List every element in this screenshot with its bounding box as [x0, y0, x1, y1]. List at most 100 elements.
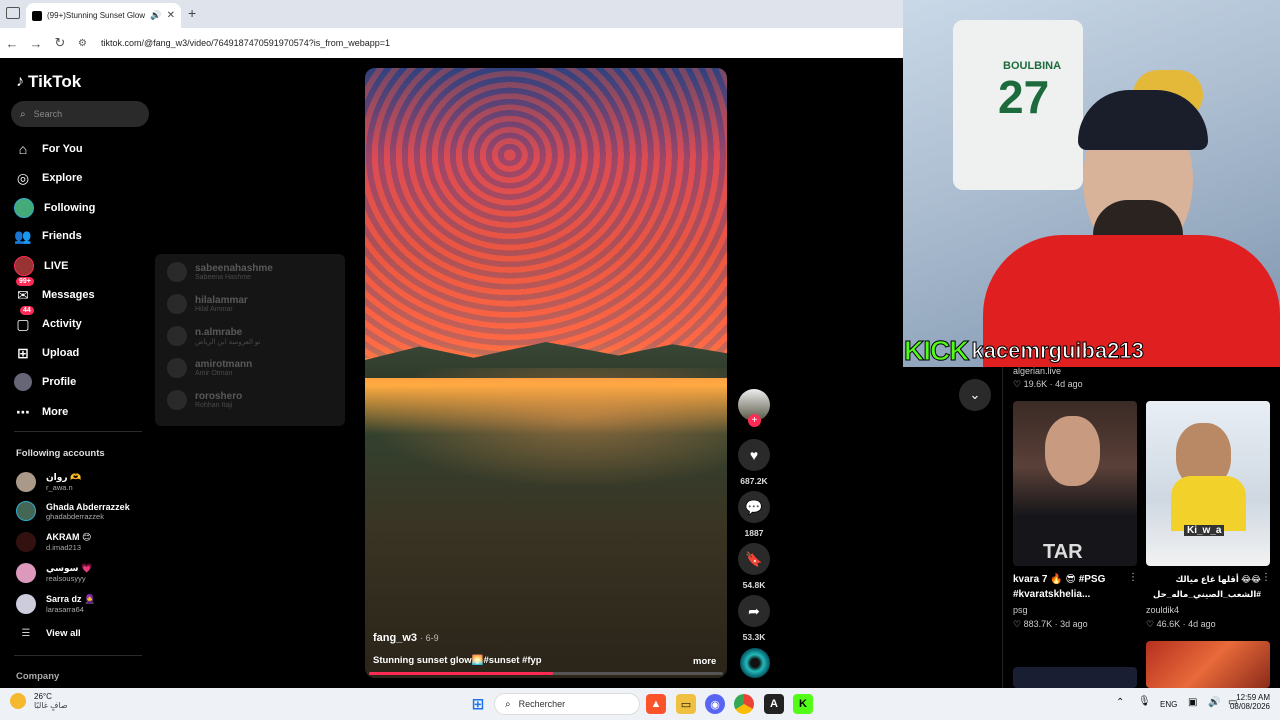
- nav-label: Upload: [42, 347, 80, 359]
- tab-list-icon[interactable]: [6, 7, 20, 19]
- suggestion-user: hilalammar: [195, 295, 248, 306]
- nav-label: Explore: [42, 172, 83, 184]
- home-icon: ⌂: [18, 141, 28, 157]
- nav-profile[interactable]: Profile: [14, 373, 76, 391]
- network-icon[interactable]: ▣: [1188, 697, 1197, 708]
- video-card-thumbnail[interactable]: [1146, 641, 1270, 688]
- search-box[interactable]: ⌕ Search: [11, 101, 149, 127]
- suggestion-user: amirotmann: [195, 359, 253, 370]
- account-item[interactable]: سوسي 💗 realsousyyy: [16, 563, 92, 583]
- account-name: Ghada Abderrazzek: [46, 501, 130, 512]
- nav-following[interactable]: Following: [14, 198, 95, 218]
- company-link[interactable]: Company: [16, 671, 59, 682]
- video-card-thumbnail[interactable]: TAR: [1013, 401, 1137, 566]
- suggestion-item[interactable]: sabeenahashme Sabeena Hashme: [167, 262, 273, 282]
- share-icon: ➦: [748, 602, 760, 619]
- suggestion-name: Rohhan Itaji: [195, 402, 233, 409]
- tiktok-logo[interactable]: ♪ TikTok: [16, 72, 81, 92]
- view-all-link[interactable]: ☰ View all: [16, 628, 81, 639]
- suggestion-item[interactable]: roroshero Rohhan Itaji: [167, 390, 242, 410]
- scroll-down-button[interactable]: ⌄: [959, 379, 991, 411]
- speaker-icon[interactable]: 🔊: [150, 10, 161, 21]
- new-tab-button[interactable]: +: [188, 5, 196, 21]
- browser-tab[interactable]: (99+)Stunning Sunset Glow 🔊 ✕: [26, 3, 181, 28]
- following-accounts-title: Following accounts: [16, 448, 105, 459]
- nav-live[interactable]: LIVE: [14, 256, 68, 276]
- nav-activity[interactable]: ▢ 44 Activity: [14, 306, 82, 333]
- close-tab-icon[interactable]: ✕: [167, 10, 175, 21]
- nav-label: LIVE: [44, 260, 69, 272]
- account-item[interactable]: AKRAM 😊 d.imad213: [16, 532, 91, 552]
- kick-app-icon[interactable]: K: [793, 694, 813, 714]
- comment-button[interactable]: 💬: [738, 491, 770, 523]
- forward-icon[interactable]: →: [24, 36, 48, 51]
- microphone-icon[interactable]: 🎙: [1138, 696, 1151, 707]
- suggestion-user: n.almrabe: [195, 326, 243, 338]
- card-options-icon[interactable]: ⋮: [1261, 572, 1271, 583]
- nav-messages[interactable]: ✉ 99+ Messages: [14, 277, 95, 304]
- suggestion-item[interactable]: n.almrabe نو العروسة ابن الرياض: [167, 326, 260, 346]
- friends-icon: 👥: [14, 227, 32, 244]
- nav-label: For You: [42, 143, 83, 155]
- follow-plus-icon[interactable]: +: [748, 414, 761, 427]
- video-player[interactable]: fang_w3 · 6-9 Stunning sunset glow🌅#suns…: [365, 68, 727, 678]
- nav-friends[interactable]: 👥 Friends: [14, 227, 81, 245]
- tray-chevron-icon[interactable]: ⌃: [1116, 697, 1124, 708]
- music-disc-icon[interactable]: [740, 648, 770, 678]
- avatar: [16, 472, 36, 492]
- app-icon[interactable]: A: [764, 694, 784, 714]
- video-card-thumbnail[interactable]: Ki_w_a: [1146, 401, 1270, 566]
- weather-widget[interactable]: 26°C صافٍ غالبًا: [10, 692, 68, 710]
- discord-icon[interactable]: ◉: [705, 694, 725, 714]
- account-handle: r_awa.n: [46, 483, 73, 492]
- video-author[interactable]: fang_w3: [373, 632, 417, 644]
- windows-taskbar: 26°C صافٍ غالبًا ⊞ ⌕ Rechercher ▲ ▭ ◉ A …: [0, 688, 1280, 720]
- account-name: AKRAM 😊: [46, 532, 92, 542]
- search-placeholder: Search: [33, 109, 63, 119]
- account-item[interactable]: Ghada Abderrazzek ghadabderrazzek: [16, 501, 130, 521]
- upload-icon: ⊞: [17, 344, 29, 361]
- windows-start-icon[interactable]: ⊞: [468, 694, 488, 714]
- more-icon: ⋯: [16, 403, 30, 420]
- video-card-thumbnail[interactable]: [1013, 667, 1137, 688]
- volume-icon[interactable]: 🔊: [1208, 697, 1220, 708]
- like-button[interactable]: ♥: [738, 439, 770, 471]
- brave-icon[interactable]: ▲: [646, 694, 666, 714]
- nav-explore[interactable]: ◎ Explore: [14, 169, 82, 187]
- video-card-user[interactable]: psg: [1013, 605, 1028, 615]
- account-handle: larasarra64: [46, 605, 84, 614]
- share-button[interactable]: ➦: [738, 595, 770, 627]
- video-progress-bar[interactable]: [369, 672, 723, 675]
- avatar: [167, 390, 187, 410]
- language-indicator[interactable]: ENG: [1160, 700, 1177, 709]
- video-author-line: fang_w3 · 6-9: [373, 632, 439, 644]
- top-card-user[interactable]: algerian.live: [1013, 366, 1061, 376]
- reload-icon[interactable]: ↻: [48, 35, 72, 51]
- save-button[interactable]: 🔖: [738, 543, 770, 575]
- video-card-title[interactable]: 😂😂 أقلها غاع ميالك #الشعب_الصيني_ماله_حل…: [1146, 572, 1261, 602]
- file-explorer-icon[interactable]: ▭: [676, 694, 696, 714]
- taskbar-search[interactable]: ⌕ Rechercher: [494, 693, 640, 715]
- video-card-stat: ♡ 46.6K · 4d ago: [1146, 619, 1216, 629]
- caption-more-button[interactable]: more: [693, 656, 716, 667]
- account-item[interactable]: Sarra dz 🧕 larasarra64: [16, 594, 95, 614]
- back-icon[interactable]: ←: [0, 36, 24, 51]
- url-field[interactable]: tiktok.com/@fang_w3/video/76491874705919…: [101, 38, 390, 48]
- taskbar-search-label: Rechercher: [518, 699, 566, 709]
- site-info-icon[interactable]: ⚙: [78, 38, 87, 49]
- nav-more[interactable]: ⋯ More: [14, 403, 68, 421]
- suggestion-item[interactable]: amirotmann Amir Otman: [167, 358, 252, 378]
- address-bar: ← → ↻ ⚙ tiktok.com/@fang_w3/video/764918…: [0, 28, 903, 58]
- nav-upload[interactable]: ⊞ Upload: [14, 344, 79, 362]
- nav-for-you[interactable]: ⌂ For You: [14, 140, 83, 158]
- avatar: [16, 532, 36, 552]
- clock[interactable]: 12:59 AM 08/08/2026: [1226, 693, 1270, 711]
- tab-title: (99+)Stunning Sunset Glow: [47, 11, 146, 20]
- video-card-title[interactable]: kvara 7 🔥 😎 #PSG #kvaratskhelia...: [1013, 572, 1128, 602]
- live-icon: [14, 256, 34, 276]
- suggestion-item[interactable]: hilalammar Hilal Ammar: [167, 294, 248, 314]
- card-options-icon[interactable]: ⋮: [1128, 572, 1138, 583]
- video-card-user[interactable]: zouldik4: [1146, 605, 1179, 615]
- chrome-icon[interactable]: [734, 694, 754, 714]
- account-item[interactable]: روان 🫶 r_awa.n: [16, 472, 81, 492]
